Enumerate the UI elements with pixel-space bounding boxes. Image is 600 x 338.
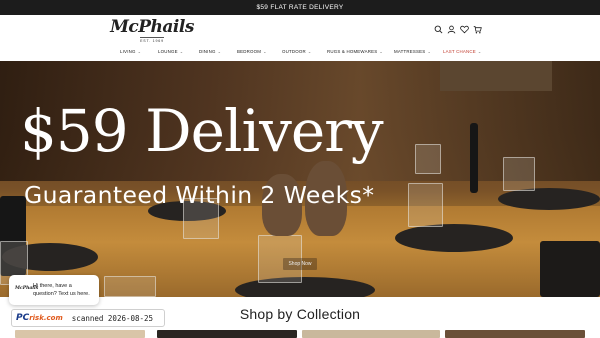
- hero-subtitle: Guaranteed Within 2 Weeks*: [24, 181, 375, 209]
- chevron-down-icon: ⌄: [379, 49, 383, 54]
- site-logo[interactable]: McPhails EST. 1969: [110, 18, 194, 44]
- nav-item-dining[interactable]: DINING ⌄: [199, 47, 221, 57]
- watermark-stamp: scanned 2026-08-25: [71, 313, 154, 323]
- logo-wordmark: McPhails: [110, 17, 194, 37]
- hero-title: $59 Delivery: [20, 97, 384, 165]
- hero-glass: [104, 276, 156, 297]
- nav-item-lounge[interactable]: LOUNGE ⌄: [158, 47, 183, 57]
- hero-plate: [395, 224, 513, 252]
- nav-label: RUGS & HOMEWARES: [327, 49, 378, 54]
- chevron-down-icon: ⌄: [217, 49, 222, 54]
- hero-plate: [498, 188, 600, 210]
- announcement-bar: $59 FLAT RATE DELIVERY: [0, 0, 600, 15]
- chat-avatar: McPhails: [15, 286, 39, 291]
- nav-label: BEDROOM: [237, 49, 262, 54]
- nav-label: LOUNGE: [158, 49, 178, 54]
- watermark-logo: PCrisk.com: [16, 313, 63, 323]
- hero-chair: [470, 123, 478, 193]
- collection-tile[interactable]: [157, 330, 297, 338]
- chat-widget[interactable]: McPhails Hi there, have a question? Text…: [9, 275, 99, 305]
- nav-item-mattresses[interactable]: MATTRESSES ⌄: [394, 47, 431, 57]
- chevron-down-icon: ⌄: [427, 49, 431, 54]
- hero-chair: [540, 241, 600, 297]
- chat-message: Hi there, have a question? Text us here.: [33, 283, 90, 297]
- nav-item-last-chance[interactable]: LAST CHANCE ⌄: [443, 47, 481, 57]
- nav-label: DINING: [199, 49, 216, 54]
- nav-item-living[interactable]: LIVING ⌄: [120, 47, 141, 57]
- header-icons: [434, 25, 482, 34]
- collection-tile[interactable]: [15, 330, 145, 338]
- chevron-down-icon: ⌄: [137, 49, 142, 54]
- main-nav: LIVING ⌄ LOUNGE ⌄ DINING ⌄ BEDROOM ⌄ OUTDOOR…: [0, 47, 600, 57]
- hero-banner[interactable]: $59 Delivery Guaranteed Within 2 Weeks* …: [0, 61, 600, 297]
- logo-established: EST. 1969: [140, 37, 164, 43]
- hero-plate: [235, 277, 375, 297]
- announcement-text: $59 FLAT RATE DELIVERY: [256, 4, 344, 11]
- watermark-logo-pc: PC: [16, 313, 30, 323]
- shop-now-button[interactable]: Shop Now: [283, 258, 317, 270]
- collection-tile[interactable]: [302, 330, 440, 338]
- nav-item-bedroom[interactable]: BEDROOM ⌄: [237, 47, 267, 57]
- collection-tile[interactable]: [445, 330, 585, 338]
- collection-tiles: [15, 330, 585, 338]
- hero-glass: [503, 157, 535, 191]
- site-header: McPhails EST. 1969 LIVING ⌄ LOUNGE ⌄ DININ…: [0, 15, 600, 61]
- search-icon[interactable]: [434, 25, 443, 34]
- wishlist-icon[interactable]: [460, 25, 469, 34]
- watermark-logo-risk: risk.com: [29, 314, 63, 322]
- chevron-down-icon: ⌄: [263, 49, 267, 54]
- nav-label: OUTDOOR: [282, 49, 306, 54]
- chevron-down-icon: ⌄: [307, 49, 312, 54]
- nav-label: LIVING: [120, 49, 136, 54]
- watermark-badge: PCrisk.com scanned 2026-08-25: [11, 309, 165, 327]
- nav-item-rugs-homewares[interactable]: RUGS & HOMEWARES ⌄: [327, 47, 383, 57]
- chevron-down-icon: ⌄: [477, 49, 482, 54]
- nav-label: MATTRESSES: [394, 49, 426, 54]
- nav-label: LAST CHANCE: [443, 49, 476, 54]
- cart-icon[interactable]: [473, 25, 482, 34]
- account-icon[interactable]: [447, 25, 456, 34]
- hero-background-window: [440, 61, 552, 91]
- nav-item-outdoor[interactable]: OUTDOOR ⌄: [282, 47, 311, 57]
- hero-glass: [415, 144, 441, 174]
- hero-glass: [408, 183, 443, 227]
- chevron-down-icon: ⌄: [179, 49, 184, 54]
